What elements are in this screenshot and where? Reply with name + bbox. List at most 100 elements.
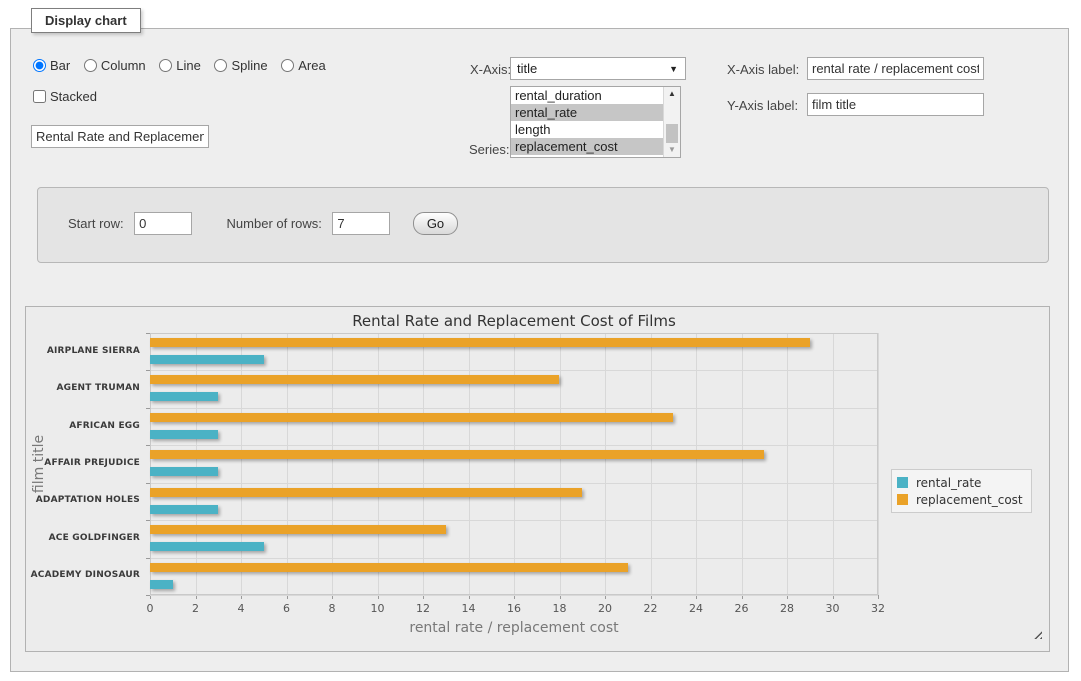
radio-option-spline: Spline	[214, 58, 267, 73]
bar-rental_rate[interactable]	[150, 467, 218, 476]
gridline-h	[150, 595, 878, 596]
series-options: rental_durationrental_ratelengthreplacem…	[511, 87, 663, 157]
x-tick-label: 30	[813, 602, 853, 615]
display-chart-fieldset: Display chart Bar Column Line Spline Are…	[10, 28, 1069, 672]
x-axis-tick	[878, 595, 879, 599]
bar-rental_rate[interactable]	[150, 392, 218, 401]
radio-option-bar: Bar	[33, 58, 70, 73]
row-range-panel: Start row: Number of rows: Go	[37, 187, 1049, 263]
chart-type-label-column: Column	[101, 58, 146, 73]
bar-rental_rate[interactable]	[150, 355, 264, 364]
series-option[interactable]: length	[511, 121, 663, 138]
x-tick-label: 8	[312, 602, 352, 615]
chart-type-radio-line[interactable]	[159, 59, 172, 72]
legend-item: rental_rate	[897, 474, 1023, 491]
legend-swatch	[897, 494, 908, 505]
x-tick-label: 20	[585, 602, 625, 615]
legend-swatch	[897, 477, 908, 488]
x-tick-label: 0	[130, 602, 170, 615]
stacked-checkbox[interactable]	[33, 90, 46, 103]
chart-type-label-area: Area	[298, 58, 325, 73]
legend-item: replacement_cost	[897, 491, 1023, 508]
legend-label: replacement_cost	[916, 493, 1023, 507]
y-axis-label-input[interactable]	[807, 93, 984, 116]
series-listbox-label: Series:	[469, 142, 509, 157]
bar-replacement_cost[interactable]	[150, 338, 810, 347]
x-tick-label: 32	[858, 602, 898, 615]
x-tick-label: 12	[403, 602, 443, 615]
chart-title: Rental Rate and Replacement Cost of Film…	[150, 312, 878, 330]
chevron-down-icon: ▼	[669, 59, 678, 80]
radio-option-area: Area	[281, 58, 325, 73]
bar-replacement_cost[interactable]	[150, 488, 582, 497]
start-row-label: Start row:	[68, 216, 124, 231]
x-tick-label: 28	[767, 602, 807, 615]
radio-option-column: Column	[84, 58, 146, 73]
go-button[interactable]: Go	[413, 212, 458, 235]
x-tick-label: 18	[540, 602, 580, 615]
x-tick-label: 26	[722, 602, 762, 615]
x-tick-label: 22	[631, 602, 671, 615]
chart-type-radio-group: Bar Column Line Spline Area	[33, 58, 336, 73]
series-option[interactable]: replacement_cost	[511, 138, 663, 155]
scroll-up-icon[interactable]: ▲	[664, 87, 680, 101]
x-axis-select[interactable]: title ▼	[510, 57, 686, 80]
resize-grip-icon[interactable]	[1031, 628, 1042, 639]
x-tick-label: 4	[221, 602, 261, 615]
bar-replacement_cost[interactable]	[150, 413, 673, 422]
series-option[interactable]: rental_duration	[511, 87, 663, 104]
listbox-scrollbar[interactable]: ▲ ▼	[663, 87, 680, 157]
radio-option-line: Line	[159, 58, 201, 73]
chart-type-radio-area[interactable]	[281, 59, 294, 72]
chart-type-label-spline: Spline	[231, 58, 267, 73]
chart-legend: rental_rate replacement_cost	[891, 469, 1032, 513]
y-axis-tick	[146, 595, 150, 596]
legend-label: rental_rate	[916, 476, 981, 490]
x-tick-label: 10	[358, 602, 398, 615]
x-tick-label: 14	[449, 602, 489, 615]
stacked-option: Stacked	[33, 89, 97, 104]
chart-title-input[interactable]	[31, 125, 209, 148]
stacked-label: Stacked	[50, 89, 97, 104]
start-row-input[interactable]	[134, 212, 192, 235]
y-category-label: AIRPLANE SIERRA	[26, 346, 140, 356]
scrollbar-thumb[interactable]	[666, 124, 678, 144]
bar-rental_rate[interactable]	[150, 430, 218, 439]
bar-replacement_cost[interactable]	[150, 375, 559, 384]
series-listbox[interactable]: rental_durationrental_ratelengthreplacem…	[510, 86, 681, 158]
y-category-label: AGENT TRUMAN	[26, 383, 140, 393]
x-tick-label: 2	[176, 602, 216, 615]
chart-type-radio-column[interactable]	[84, 59, 97, 72]
x-tick-label: 6	[267, 602, 307, 615]
number-of-rows-input[interactable]	[332, 212, 390, 235]
series-option[interactable]: rental_rate	[511, 104, 663, 121]
y-category-label: ACE GOLDFINGER	[26, 533, 140, 543]
chart-type-label-bar: Bar	[50, 58, 70, 73]
chart-type-label-line: Line	[176, 58, 201, 73]
bar-replacement_cost[interactable]	[150, 525, 446, 534]
y-axis-label-caption: Y-Axis label:	[727, 98, 798, 113]
x-axis-selected-value: title	[517, 61, 537, 76]
bar-rental_rate[interactable]	[150, 542, 264, 551]
y-category-label: ACADEMY DINOSAUR	[26, 570, 140, 580]
bar-replacement_cost[interactable]	[150, 450, 764, 459]
plot-border	[150, 333, 878, 595]
chart-type-radio-spline[interactable]	[214, 59, 227, 72]
gridline-v	[878, 333, 879, 595]
chart-type-radio-bar[interactable]	[33, 59, 46, 72]
bar-replacement_cost[interactable]	[150, 563, 628, 572]
x-tick-label: 24	[676, 602, 716, 615]
x-axis-title: rental rate / replacement cost	[150, 620, 878, 636]
fieldset-legend: Display chart	[31, 8, 141, 33]
row-range-controls: Start row: Number of rows: Go	[38, 212, 1048, 235]
x-axis-select-label: X-Axis:	[470, 62, 511, 77]
scroll-down-icon[interactable]: ▼	[664, 143, 680, 157]
bar-rental_rate[interactable]	[150, 580, 173, 589]
x-tick-label: 16	[494, 602, 534, 615]
x-axis-label-caption: X-Axis label:	[727, 62, 799, 77]
chart-panel: Rental Rate and Replacement Cost of Film…	[25, 306, 1050, 652]
y-axis-title: film title	[31, 404, 49, 524]
x-axis-label-input[interactable]	[807, 57, 984, 80]
bar-rental_rate[interactable]	[150, 505, 218, 514]
number-of-rows-label: Number of rows:	[227, 216, 322, 231]
